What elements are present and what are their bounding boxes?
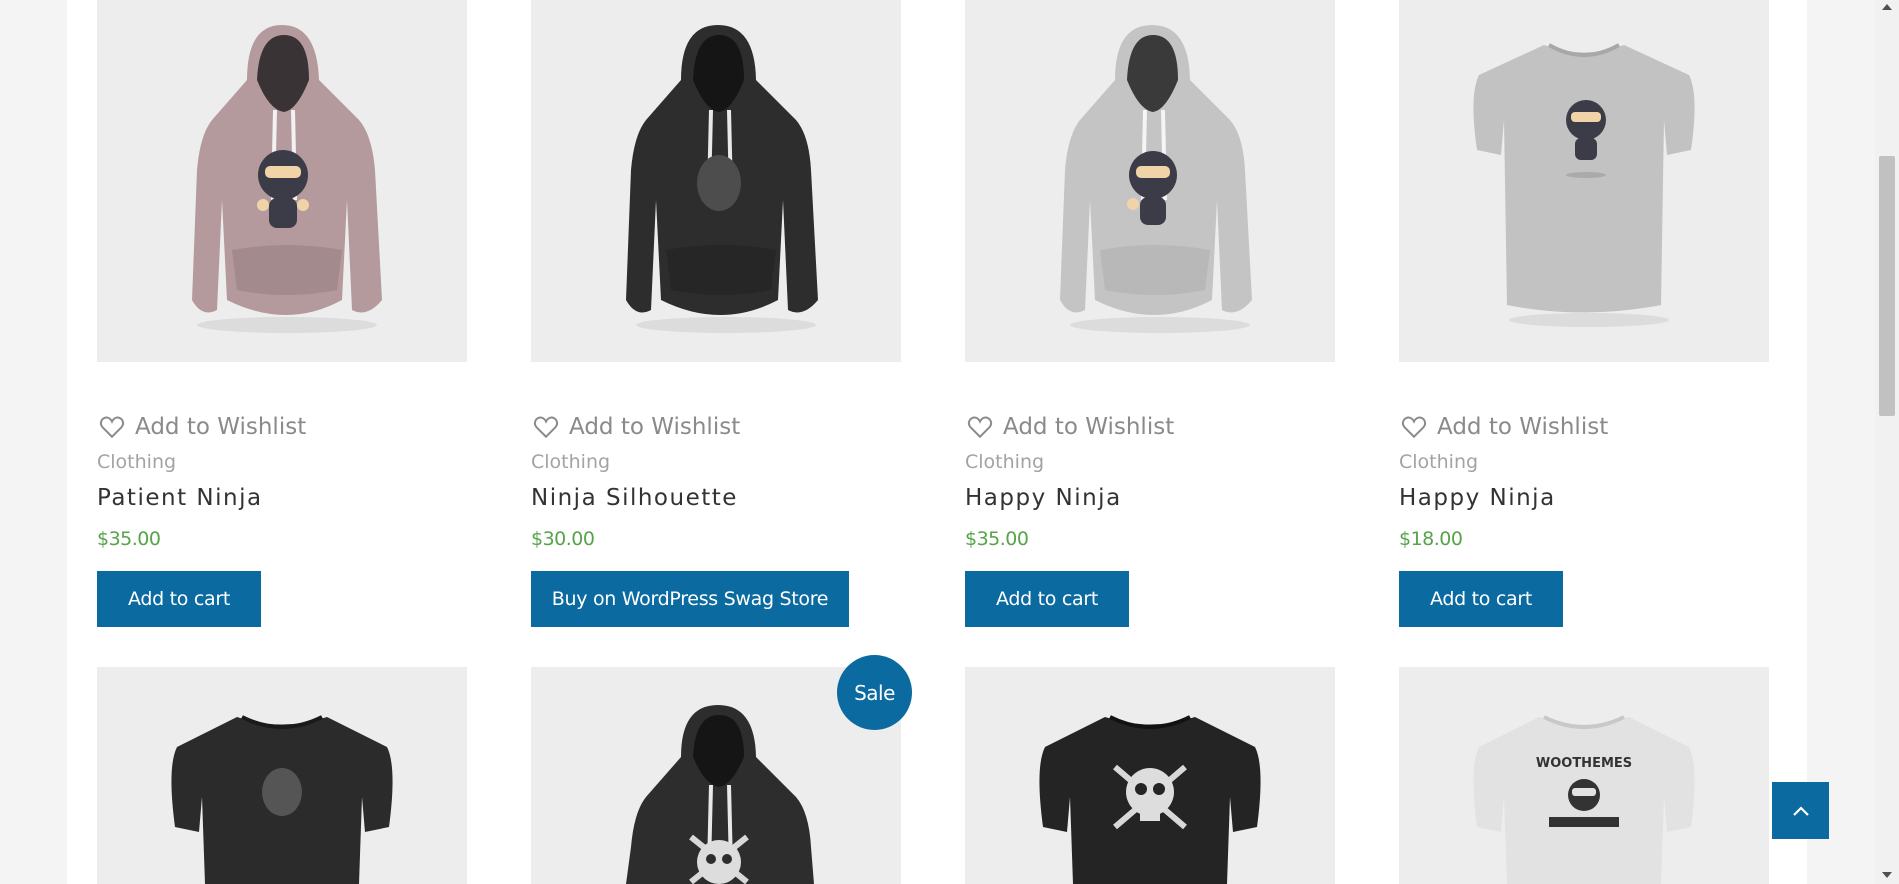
sale-badge: Sale (837, 655, 912, 730)
heart-icon (533, 416, 559, 439)
scroll-up-arrow-icon[interactable] (1882, 4, 1892, 10)
product-image[interactable] (97, 0, 467, 362)
scrollbar[interactable] (1875, 0, 1899, 884)
product-card (97, 667, 467, 884)
add-to-cart-button[interactable]: Add to cart (965, 571, 1129, 627)
add-to-wishlist-link[interactable]: Add to Wishlist (965, 412, 1174, 442)
product-title[interactable]: Patient Ninja (97, 485, 263, 511)
product-price: $35.00 (965, 528, 1029, 550)
product-image[interactable]: WOOTHEMES (1399, 667, 1769, 884)
product-image[interactable] (1399, 0, 1769, 362)
product-category-link[interactable]: Clothing (965, 451, 1044, 473)
add-to-wishlist-link[interactable]: Add to Wishlist (531, 412, 740, 442)
product-image[interactable] (965, 667, 1335, 884)
add-to-cart-button[interactable]: Add to cart (97, 571, 261, 627)
product-image[interactable] (531, 0, 901, 362)
back-to-top-button[interactable] (1772, 782, 1829, 839)
wishlist-label: Add to Wishlist (569, 414, 741, 440)
product-category-link[interactable]: Clothing (531, 451, 610, 473)
product-price: $18.00 (1399, 528, 1463, 550)
product-card: Add to Wishlist Clothing Happy Ninja $35… (965, 0, 1335, 640)
heart-icon (99, 416, 125, 439)
product-grid-page: Add to Wishlist Clothing Patient Ninja $… (67, 0, 1807, 884)
wishlist-label: Add to Wishlist (1003, 414, 1175, 440)
product-card: Add to Wishlist Clothing Ninja Silhouett… (531, 0, 901, 640)
product-title[interactable]: Happy Ninja (1399, 485, 1556, 511)
product-price: $35.00 (97, 528, 161, 550)
wishlist-label: Add to Wishlist (1437, 414, 1609, 440)
product-price: $30.00 (531, 528, 595, 550)
product-card (965, 667, 1335, 884)
product-card: Add to Wishlist Clothing Happy Ninja $18… (1399, 0, 1769, 640)
product-image[interactable] (965, 0, 1335, 362)
product-category-link[interactable]: Clothing (97, 451, 176, 473)
heart-icon (967, 416, 993, 439)
scrollbar-thumb[interactable] (1879, 156, 1895, 416)
scroll-down-arrow-icon[interactable] (1882, 872, 1892, 878)
product-card: Sale (531, 655, 912, 884)
heart-icon (1401, 416, 1427, 439)
buy-external-button[interactable]: Buy on WordPress Swag Store (531, 571, 849, 627)
wishlist-label: Add to Wishlist (135, 414, 307, 440)
woothemes-print-text: WOOTHEMES (1536, 756, 1632, 771)
product-card: WOOTHEMES (1399, 667, 1769, 884)
chevron-up-icon (1792, 805, 1809, 816)
product-category-link[interactable]: Clothing (1399, 451, 1478, 473)
product-title[interactable]: Ninja Silhouette (531, 485, 738, 511)
add-to-wishlist-link[interactable]: Add to Wishlist (1399, 412, 1608, 442)
add-to-wishlist-link[interactable]: Add to Wishlist (97, 412, 306, 442)
product-image[interactable] (97, 667, 467, 884)
add-to-cart-button[interactable]: Add to cart (1399, 571, 1563, 627)
product-title[interactable]: Happy Ninja (965, 485, 1122, 511)
product-card: Add to Wishlist Clothing Patient Ninja $… (97, 0, 467, 640)
